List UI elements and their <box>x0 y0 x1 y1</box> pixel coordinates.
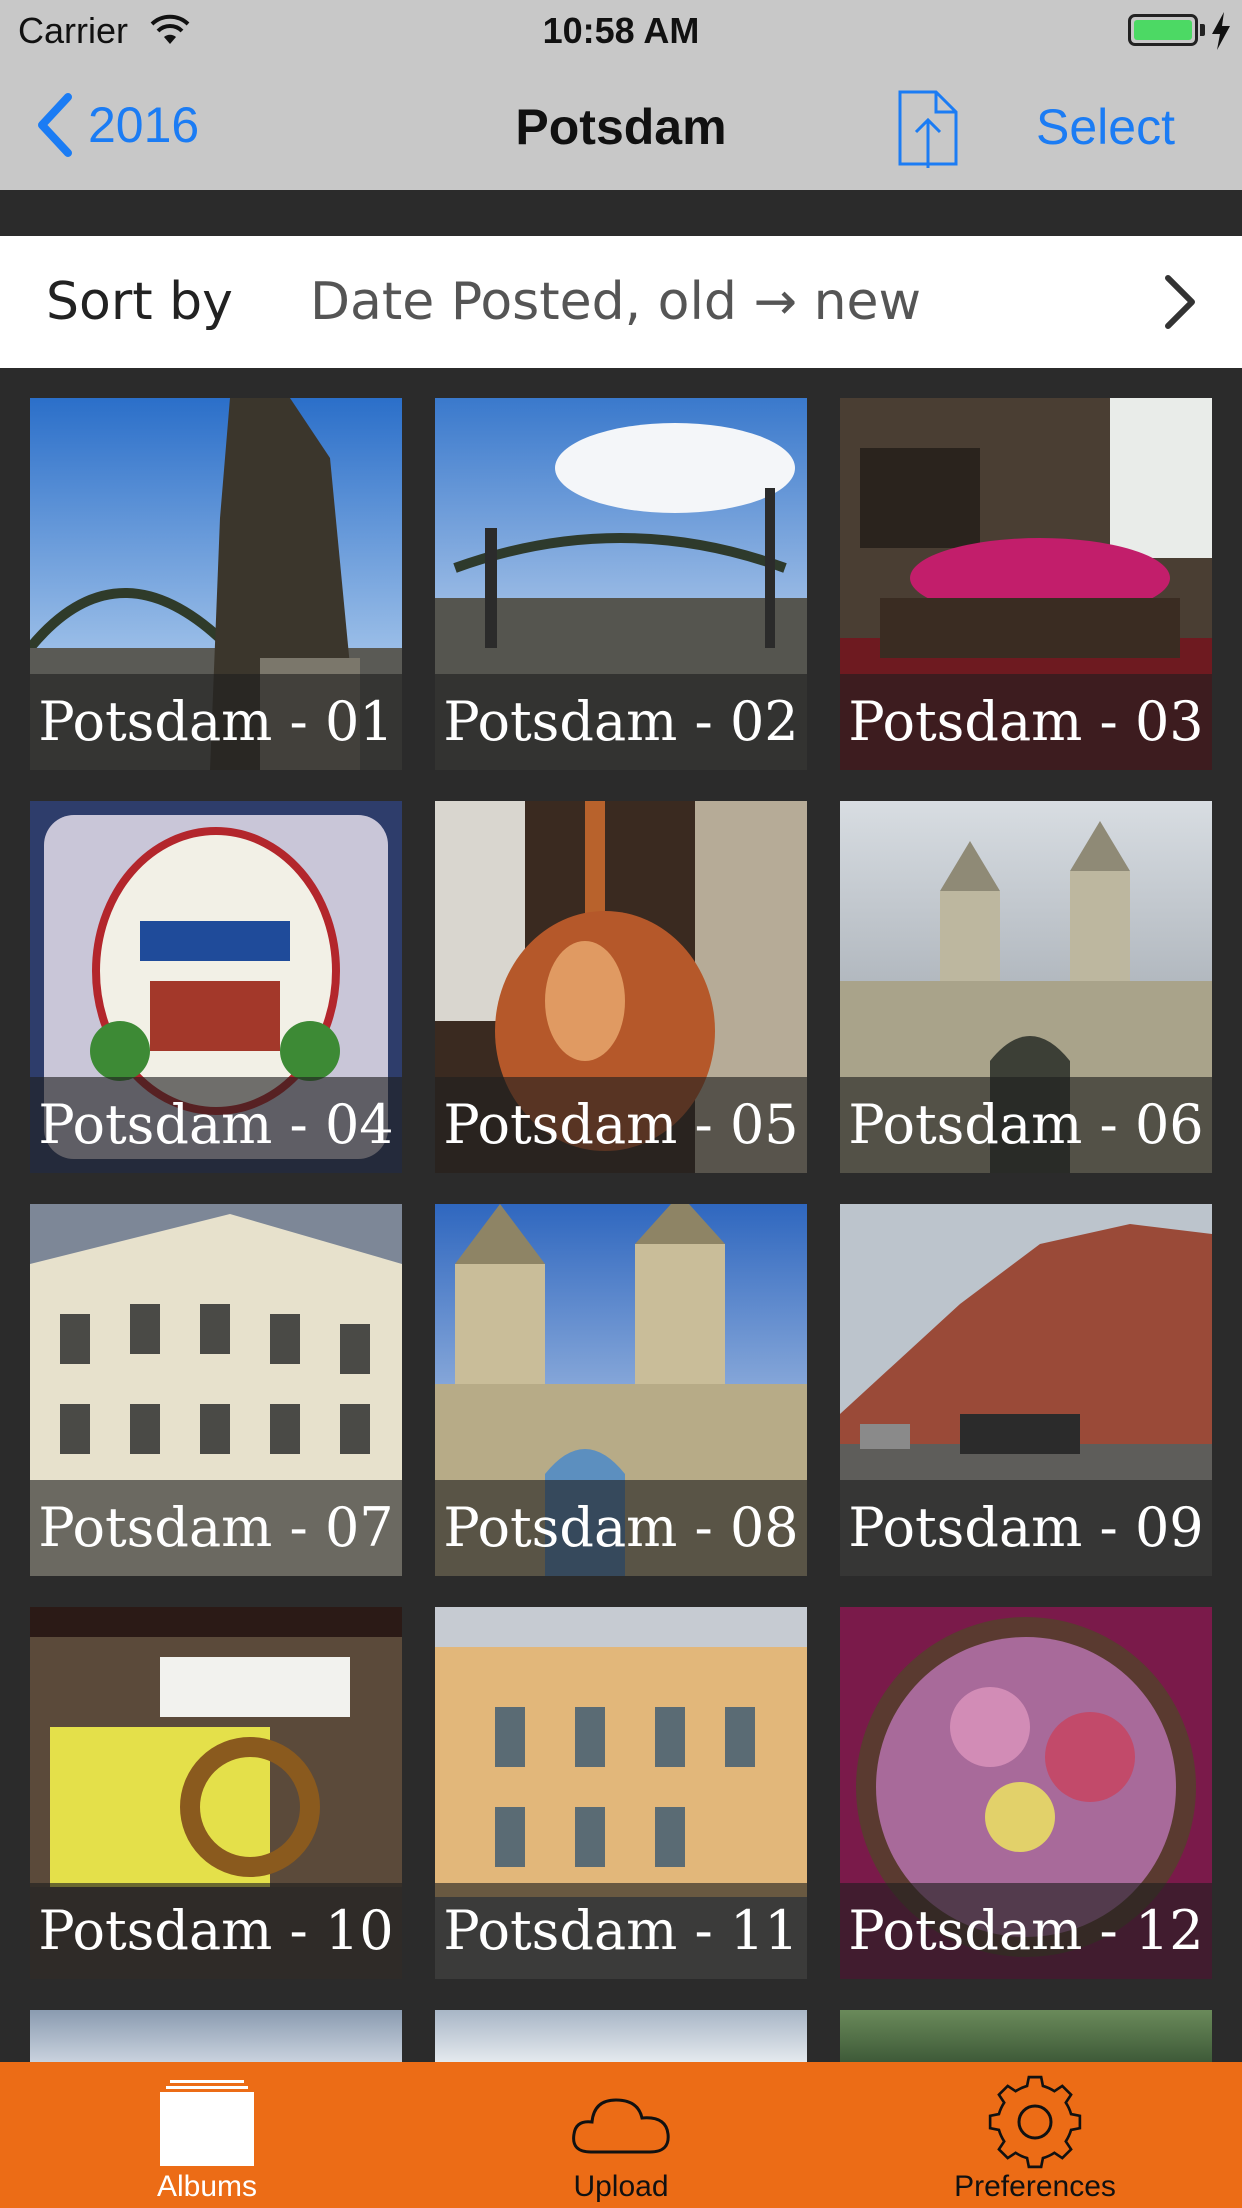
album-caption: Potsdam - 10 <box>30 1883 402 1979</box>
navigation-bar: 2016 Potsdam Select <box>0 62 1242 190</box>
album-tile[interactable] <box>435 2010 807 2062</box>
album-caption: Potsdam - 01 <box>30 674 402 770</box>
album-caption: Potsdam - 12 <box>840 1883 1212 1979</box>
tab-upload[interactable]: Upload <box>414 2062 828 2208</box>
album-tile[interactable]: Potsdam - 10 <box>30 1607 402 1979</box>
tab-preferences-label: Preferences <box>954 2170 1116 2203</box>
album-caption: Potsdam - 05 <box>435 1077 807 1173</box>
album-photo <box>30 2010 402 2062</box>
sort-value: Date Posted, old → new <box>310 272 922 332</box>
select-button[interactable]: Select <box>1036 98 1175 156</box>
battery-tip <box>1200 24 1205 36</box>
album-tile[interactable]: Potsdam - 06 <box>840 801 1212 1173</box>
album-caption: Potsdam - 08 <box>435 1480 807 1576</box>
charging-bolt-icon <box>1212 12 1230 50</box>
share-icon[interactable] <box>896 80 960 170</box>
album-caption: Potsdam - 11 <box>435 1883 807 1979</box>
tab-albums[interactable]: Albums <box>0 2062 414 2208</box>
album-tile[interactable]: Potsdam - 07 <box>30 1204 402 1576</box>
album-caption: Potsdam - 02 <box>435 674 807 770</box>
album-tile[interactable]: Potsdam - 09 <box>840 1204 1212 1576</box>
battery-icon <box>1128 14 1198 46</box>
album-tile[interactable] <box>840 2010 1212 2062</box>
album-caption: Potsdam - 06 <box>840 1077 1212 1173</box>
album-tile[interactable]: Potsdam - 11 <box>435 1607 807 1979</box>
sort-label: Sort by <box>46 272 233 332</box>
album-caption: Potsdam - 04 <box>30 1077 402 1173</box>
album-tile[interactable]: Potsdam - 01 <box>30 398 402 770</box>
album-caption: Potsdam - 09 <box>840 1480 1212 1576</box>
album-tile[interactable]: Potsdam - 12 <box>840 1607 1212 1979</box>
album-caption: Potsdam - 07 <box>30 1480 402 1576</box>
album-tile[interactable]: Potsdam - 08 <box>435 1204 807 1576</box>
album-photo <box>840 2010 1212 2062</box>
cloud-icon <box>572 2098 670 2154</box>
album-tile[interactable]: Potsdam - 04 <box>30 801 402 1173</box>
album-photo <box>435 2010 807 2062</box>
tab-preferences[interactable]: Preferences <box>828 2062 1242 2208</box>
status-bar: Carrier 10:58 AM <box>0 0 1242 62</box>
album-tile[interactable]: Potsdam - 05 <box>435 801 807 1173</box>
tab-bar: Albums Upload Preferences <box>0 2062 1242 2208</box>
status-time: 10:58 AM <box>542 10 700 51</box>
albums-icon <box>160 2080 254 2166</box>
tab-upload-label: Upload <box>573 2170 669 2203</box>
album-tile[interactable]: Potsdam - 02 <box>435 398 807 770</box>
album-caption: Potsdam - 03 <box>840 674 1212 770</box>
album-tile[interactable] <box>30 2010 402 2062</box>
chevron-right-icon <box>1165 275 1195 329</box>
sort-row[interactable]: Sort by Date Posted, old → new <box>0 236 1242 368</box>
gear-icon <box>988 2075 1082 2169</box>
album-tile[interactable]: Potsdam - 03 <box>840 398 1212 770</box>
tab-albums-label: Albums <box>156 2170 258 2203</box>
